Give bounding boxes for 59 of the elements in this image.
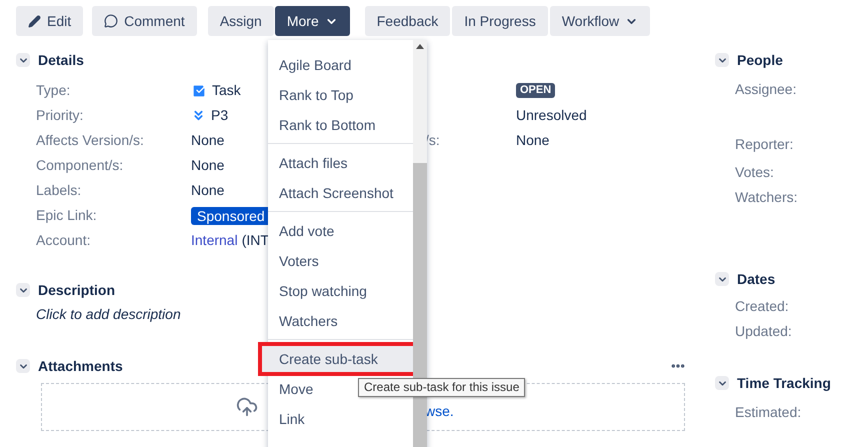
description-placeholder[interactable]: Click to add description <box>36 304 181 325</box>
menu-item[interactable]: Attach Screenshot <box>268 178 413 208</box>
collapse-toggle[interactable] <box>16 53 30 67</box>
field-label: Assignee: <box>735 80 798 99</box>
field-label: Account: <box>36 231 92 250</box>
menu-item[interactable]: Rank to Top <box>268 80 413 110</box>
section-heading: Attachments <box>38 356 123 376</box>
collapse-toggle[interactable] <box>715 53 729 67</box>
toolbar-button[interactable]: Feedback <box>364 6 450 36</box>
menu-item[interactable]: Agile Board <box>268 50 413 80</box>
menu-item[interactable]: Rank to Bottom <box>268 110 413 140</box>
field-label: Votes: <box>735 163 775 182</box>
field-label: Labels: <box>36 181 82 200</box>
upload-icon <box>236 396 258 418</box>
field-label: Watchers: <box>735 188 798 207</box>
menu-item[interactable]: Voters <box>268 246 413 276</box>
menu-item[interactable]: Link <box>268 404 413 434</box>
field-label: Priority: <box>36 106 84 125</box>
toolbar-button[interactable]: More <box>274 6 350 36</box>
field-value: (INT <box>242 231 269 250</box>
field-label: Reporter: <box>735 135 794 154</box>
field-label: Epic Link: <box>36 206 98 225</box>
menu-item[interactable]: Watchers <box>268 306 413 336</box>
field-label: Updated: <box>735 322 793 341</box>
field-label: Type: <box>36 81 72 100</box>
toolbar-button[interactable]: Assign <box>208 6 274 36</box>
toolbar-button[interactable]: In Progress <box>452 6 548 36</box>
collapse-toggle[interactable] <box>715 376 729 390</box>
collapse-toggle[interactable] <box>715 272 729 286</box>
toolbar-button[interactable]: Comment <box>92 6 197 36</box>
menu-item[interactable]: Stop watching <box>268 276 413 306</box>
field-label: Estimated: <box>735 403 802 422</box>
collapse-toggle[interactable] <box>16 359 30 373</box>
menu-item[interactable]: Attach files <box>268 148 413 178</box>
section-heading: People <box>737 50 783 70</box>
toolbar-button[interactable]: Workflow <box>550 6 650 36</box>
field-value: P3 <box>211 106 228 125</box>
collapse-toggle[interactable] <box>16 283 30 297</box>
tooltip: Create sub-task for this issue <box>358 378 526 397</box>
field-value: None <box>191 131 224 150</box>
status-badge: OPEN <box>516 83 556 98</box>
field-label: Created: <box>735 297 790 316</box>
account-link[interactable]: Internal <box>191 230 238 251</box>
field-value: None <box>191 156 224 175</box>
section-heading: Description <box>38 280 116 300</box>
field-label: Component/s: <box>36 156 124 175</box>
field-value: None <box>191 181 224 200</box>
field-value: Task <box>212 81 241 100</box>
field-value: None <box>516 131 550 150</box>
toolbar-button[interactable]: Edit <box>16 6 84 36</box>
scroll-up-icon[interactable] <box>416 44 424 49</box>
section-heading: Details <box>38 50 84 70</box>
checkbox-icon <box>191 82 207 98</box>
field-label: Affects Version/s: <box>36 131 145 150</box>
field-value: Unresolved <box>516 106 587 125</box>
section-heading: Dates <box>737 270 776 288</box>
pencil-icon <box>28 14 41 28</box>
section-heading: Time Tracking <box>737 374 831 393</box>
comment-icon <box>104 14 118 28</box>
